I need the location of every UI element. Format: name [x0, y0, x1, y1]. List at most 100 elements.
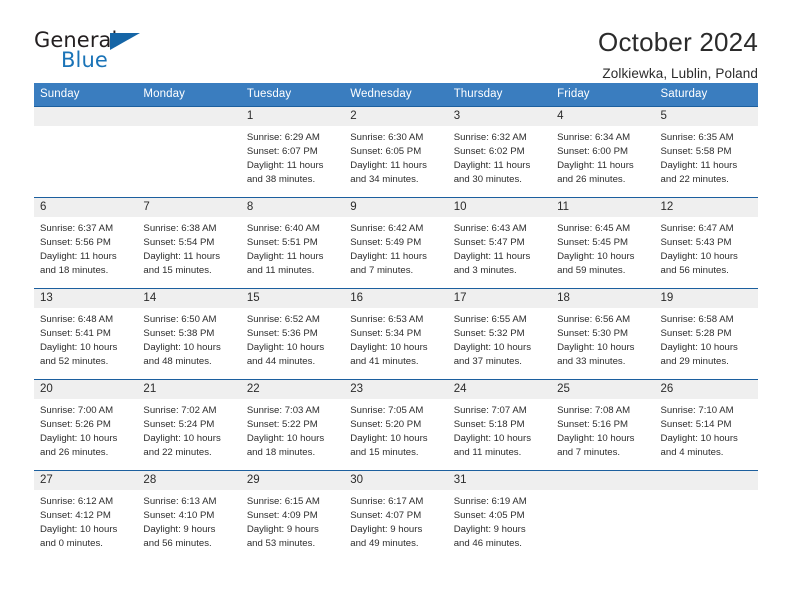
- day-details: Sunrise: 6:32 AM Sunset: 6:02 PM Daylight:…: [448, 126, 551, 187]
- calendar-day-cell-empty: [137, 106, 241, 198]
- day-number: 31: [447, 471, 552, 490]
- sunrise-text: Sunrise: 7:07 AM: [453, 405, 527, 416]
- weekday-header-monday: Monday: [137, 83, 241, 107]
- sunset-text: Sunset: 5:24 PM: [143, 419, 215, 431]
- calendar-day-cell[interactable]: 27 Sunrise: 6:12 AM Sunset: 4:12 PM Dayligh…: [34, 470, 138, 561]
- calendar-day-cell[interactable]: 7 Sunrise: 6:38 AM Sunset: 5:54 PM Daylight…: [137, 197, 241, 289]
- sunrise-text: Sunrise: 6:12 AM: [40, 496, 114, 507]
- sunrise-text: Sunrise: 6:53 AM: [350, 314, 424, 325]
- day-number: 19: [654, 289, 758, 308]
- sunset-text: Sunset: 5:51 PM: [246, 237, 318, 249]
- day-details: [551, 490, 654, 495]
- calendar-day-cell[interactable]: 14 Sunrise: 6:50 AM Sunset: 5:38 PM Dayligh…: [137, 288, 241, 380]
- general-blue-logo: General Blue: [34, 28, 144, 80]
- calendar-day-cell[interactable]: 1 Sunrise: 6:29 AM Sunset: 6:07 PM Daylight…: [240, 106, 345, 198]
- day-number: 17: [447, 289, 552, 308]
- day-details: Sunrise: 6:55 AM Sunset: 5:32 PM Daylight:…: [448, 308, 551, 369]
- page-title: October 2024: [598, 27, 758, 57]
- sunset-text: Sunset: 5:28 PM: [660, 328, 732, 340]
- calendar-day-cell[interactable]: 21 Sunrise: 7:02 AM Sunset: 5:24 PM Dayligh…: [137, 379, 241, 471]
- sunrise-text: Sunrise: 7:08 AM: [557, 405, 631, 416]
- day-number: 4: [551, 107, 655, 126]
- calendar-day-cell[interactable]: 26 Sunrise: 7:10 AM Sunset: 5:14 PM Dayligh…: [654, 379, 758, 471]
- day-number: [551, 471, 655, 490]
- calendar-day-cell[interactable]: 3 Sunrise: 6:32 AM Sunset: 6:02 PM Daylight…: [447, 106, 552, 198]
- daylight-text: Daylight: 10 hours and 37 minutes.: [453, 342, 532, 368]
- daylight-text: Daylight: 11 hours and 34 minutes.: [350, 160, 427, 186]
- calendar-day-cell[interactable]: 12 Sunrise: 6:47 AM Sunset: 5:43 PM Dayligh…: [654, 197, 758, 289]
- calendar-day-cell[interactable]: 5 Sunrise: 6:35 AM Sunset: 5:58 PM Daylight…: [654, 106, 758, 198]
- calendar-day-cell[interactable]: 29 Sunrise: 6:15 AM Sunset: 4:09 PM Dayligh…: [240, 470, 345, 561]
- calendar-day-cell[interactable]: 17 Sunrise: 6:55 AM Sunset: 5:32 PM Dayligh…: [447, 288, 552, 380]
- sunrise-text: Sunrise: 6:35 AM: [660, 132, 734, 143]
- sunset-text: Sunset: 5:36 PM: [246, 328, 318, 340]
- calendar-day-cell[interactable]: 8 Sunrise: 6:40 AM Sunset: 5:51 PM Daylight…: [240, 197, 345, 289]
- day-details: Sunrise: 6:15 AM Sunset: 4:09 PM Daylight:…: [241, 490, 344, 551]
- calendar-day-cell[interactable]: 31 Sunrise: 6:19 AM Sunset: 4:05 PM Dayligh…: [447, 470, 552, 561]
- daylight-text: Daylight: 11 hours and 11 minutes.: [246, 251, 324, 277]
- calendar-day-cell[interactable]: 25 Sunrise: 7:08 AM Sunset: 5:16 PM Dayligh…: [551, 379, 655, 471]
- calendar-day-cell[interactable]: 15 Sunrise: 6:52 AM Sunset: 5:36 PM Dayligh…: [240, 288, 345, 380]
- sunrise-sunset-calendar: Sunday Monday Tuesday Wednesday Thursday Frid…: [34, 83, 758, 561]
- calendar-day-cell[interactable]: 24 Sunrise: 7:07 AM Sunset: 5:18 PM Dayligh…: [447, 379, 552, 471]
- daylight-text: Daylight: 10 hours and 18 minutes.: [246, 433, 325, 459]
- calendar-day-cell-empty: [654, 470, 758, 561]
- sunrise-text: Sunrise: 6:19 AM: [453, 496, 527, 507]
- day-details: Sunrise: 6:52 AM Sunset: 5:36 PM Daylight:…: [241, 308, 344, 369]
- day-number: 26: [654, 380, 758, 399]
- calendar-day-cell[interactable]: 10 Sunrise: 6:43 AM Sunset: 5:47 PM Dayligh…: [447, 197, 552, 289]
- day-details: Sunrise: 7:05 AM Sunset: 5:20 PM Daylight:…: [344, 399, 447, 460]
- calendar-day-cell[interactable]: 2 Sunrise: 6:30 AM Sunset: 6:05 PM Daylight…: [344, 106, 448, 198]
- day-number: 20: [34, 380, 138, 399]
- sunset-text: Sunset: 4:12 PM: [40, 510, 111, 522]
- location-subtitle: Zolkiewka, Lublin, Poland: [602, 65, 758, 81]
- day-details: Sunrise: 6:48 AM Sunset: 5:41 PM Daylight:…: [34, 308, 137, 369]
- sunset-text: Sunset: 6:00 PM: [557, 146, 629, 158]
- calendar-day-cell[interactable]: 23 Sunrise: 7:05 AM Sunset: 5:20 PM Dayligh…: [344, 379, 448, 471]
- calendar-day-cell[interactable]: 19 Sunrise: 6:58 AM Sunset: 5:28 PM Dayligh…: [654, 288, 758, 380]
- calendar-day-cell[interactable]: 11 Sunrise: 6:45 AM Sunset: 5:45 PM Dayligh…: [551, 197, 655, 289]
- calendar-day-cell[interactable]: 9 Sunrise: 6:42 AM Sunset: 5:49 PM Daylight…: [344, 197, 448, 289]
- daylight-text: Daylight: 10 hours and 44 minutes.: [246, 342, 325, 368]
- daylight-text: Daylight: 10 hours and 7 minutes.: [557, 433, 635, 459]
- calendar-day-cell[interactable]: 18 Sunrise: 6:56 AM Sunset: 5:30 PM Dayligh…: [551, 288, 655, 380]
- calendar-day-cell[interactable]: 30 Sunrise: 6:17 AM Sunset: 4:07 PM Dayligh…: [344, 470, 448, 561]
- sunset-text: Sunset: 5:49 PM: [350, 237, 422, 249]
- sunrise-text: Sunrise: 7:10 AM: [660, 405, 734, 416]
- title-block: October 2024 Zolkiewka, Lublin, Poland: [598, 28, 758, 81]
- daylight-text: Daylight: 10 hours and 15 minutes.: [350, 433, 428, 459]
- daylight-text: Daylight: 11 hours and 30 minutes.: [453, 160, 531, 186]
- day-details: Sunrise: 6:50 AM Sunset: 5:38 PM Daylight:…: [137, 308, 240, 369]
- calendar-day-cell[interactable]: 20 Sunrise: 7:00 AM Sunset: 5:26 PM Dayligh…: [34, 379, 138, 471]
- day-details: [655, 490, 758, 495]
- day-details: Sunrise: 6:42 AM Sunset: 5:49 PM Daylight:…: [344, 217, 447, 278]
- sunset-text: Sunset: 6:02 PM: [453, 146, 525, 158]
- calendar-day-cell[interactable]: 13 Sunrise: 6:48 AM Sunset: 5:41 PM Dayligh…: [34, 288, 138, 380]
- day-details: Sunrise: 6:56 AM Sunset: 5:30 PM Daylight:…: [551, 308, 654, 369]
- day-details: Sunrise: 6:35 AM Sunset: 5:58 PM Daylight:…: [655, 126, 758, 187]
- calendar-day-cell[interactable]: 22 Sunrise: 7:03 AM Sunset: 5:22 PM Dayligh…: [240, 379, 345, 471]
- daylight-text: Daylight: 10 hours and 41 minutes.: [350, 342, 428, 368]
- weekday-header-saturday: Saturday: [654, 83, 758, 107]
- daylight-text: Daylight: 10 hours and 11 minutes.: [453, 433, 532, 459]
- daylight-text: Daylight: 9 hours and 46 minutes.: [453, 524, 526, 550]
- calendar-day-cell[interactable]: 4 Sunrise: 6:34 AM Sunset: 6:00 PM Daylight…: [551, 106, 655, 198]
- daylight-text: Daylight: 10 hours and 26 minutes.: [40, 433, 118, 459]
- calendar-day-cell[interactable]: 6 Sunrise: 6:37 AM Sunset: 5:56 PM Daylight…: [34, 197, 138, 289]
- sunset-text: Sunset: 5:47 PM: [453, 237, 525, 249]
- sunset-text: Sunset: 5:43 PM: [660, 237, 732, 249]
- day-number: 13: [34, 289, 138, 308]
- day-details: Sunrise: 6:13 AM Sunset: 4:10 PM Daylight:…: [137, 490, 240, 551]
- weekday-header-thursday: Thursday: [447, 83, 552, 107]
- day-number: 30: [344, 471, 448, 490]
- sunrise-text: Sunrise: 6:30 AM: [350, 132, 424, 143]
- sunrise-text: Sunrise: 6:48 AM: [40, 314, 114, 325]
- day-number: 5: [654, 107, 758, 126]
- day-number: 2: [344, 107, 448, 126]
- calendar-day-cell[interactable]: 16 Sunrise: 6:53 AM Sunset: 5:34 PM Dayligh…: [344, 288, 448, 380]
- page-header: General Blue October 2024 Zolkiewka, Lub…: [34, 0, 758, 81]
- sunset-text: Sunset: 5:45 PM: [557, 237, 629, 249]
- sunset-text: Sunset: 5:26 PM: [40, 419, 111, 431]
- day-number: 15: [240, 289, 345, 308]
- calendar-day-cell[interactable]: 28 Sunrise: 6:13 AM Sunset: 4:10 PM Dayligh…: [137, 470, 241, 561]
